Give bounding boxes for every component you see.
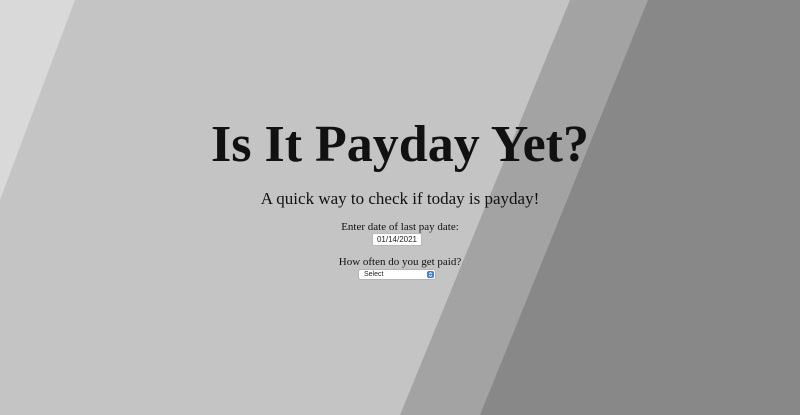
pay-frequency-label: How often do you get paid? — [338, 256, 462, 268]
chevron-updown-icon — [427, 271, 434, 278]
page-subtitle: A quick way to check if today is payday! — [260, 189, 540, 208]
page-title: Is It Payday Yet? — [211, 116, 589, 173]
pay-frequency-selected-value: Select — [364, 271, 384, 278]
pay-frequency-select[interactable]: Select — [358, 269, 436, 280]
last-pay-date-input[interactable] — [372, 233, 422, 246]
